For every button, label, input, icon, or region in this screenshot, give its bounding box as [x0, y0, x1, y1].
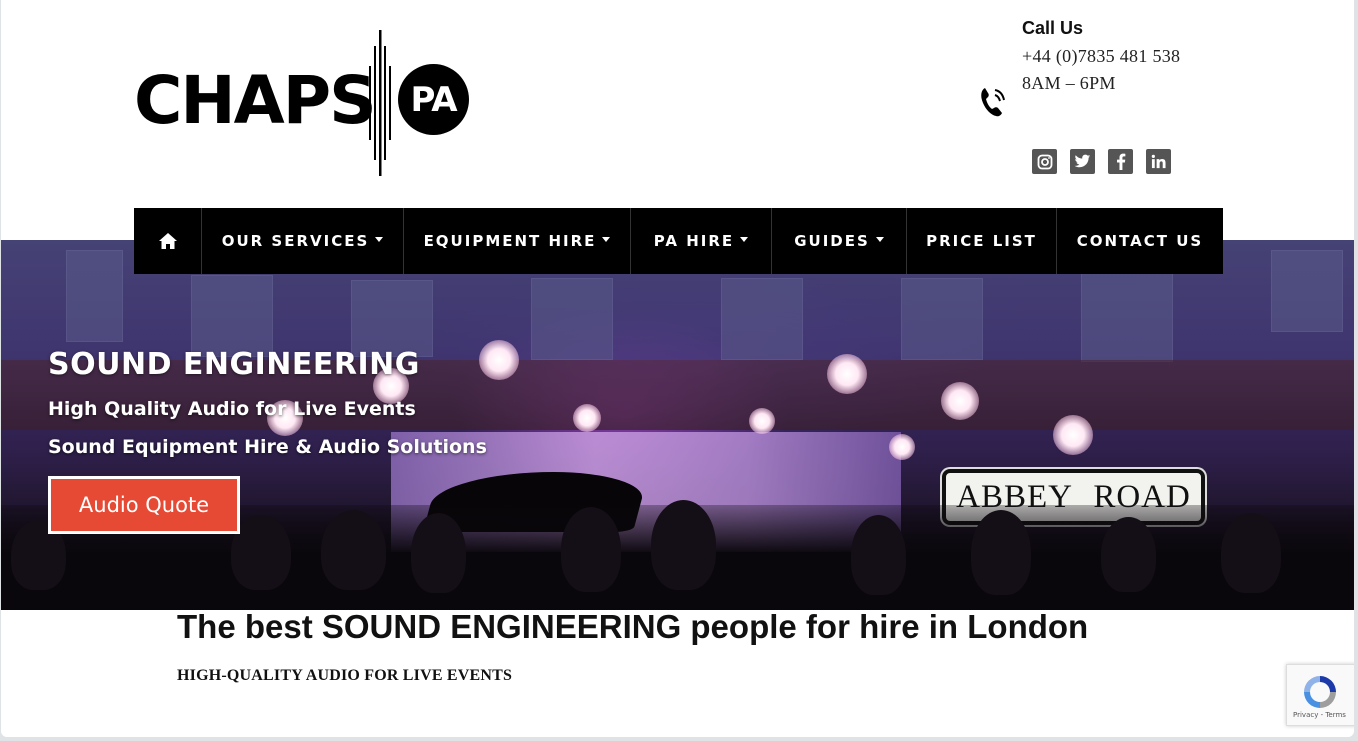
- page-subheading: HIGH-QUALITY AUDIO FOR LIVE EVENTS: [177, 667, 513, 684]
- stage-lamp: [889, 434, 915, 460]
- nav-guides[interactable]: GUIDES: [772, 208, 907, 274]
- wall-panel: [351, 280, 433, 357]
- page: CHAPS PA Call Us +44 (0)7835 481 538 8AM…: [1, 0, 1354, 737]
- main-navigation: OUR SERVICES EQUIPMENT HIRE PA HIRE GUID…: [134, 208, 1223, 274]
- social-links: [1032, 149, 1171, 174]
- caret-down-icon: [375, 236, 384, 242]
- chaps-pa-logo[interactable]: CHAPS PA: [134, 28, 474, 178]
- business-hours: 8AM – 6PM: [1022, 73, 1116, 93]
- page-headline: The best SOUND ENGINEERING people for hi…: [177, 608, 1089, 645]
- audience-member: [1221, 513, 1281, 593]
- nav-pa-hire[interactable]: PA HIRE: [631, 208, 772, 274]
- recaptcha-badge[interactable]: Privacy - Terms: [1286, 664, 1354, 726]
- contact-block: Call Us +44 (0)7835 481 538 8AM – 6PM: [1022, 18, 1180, 97]
- nav-label: PRICE LIST: [926, 232, 1037, 250]
- nav-label: EQUIPMENT HIRE: [423, 232, 597, 250]
- wall-panel: [721, 278, 803, 360]
- logo-badge: PA: [398, 64, 469, 135]
- wall-panel: [1271, 250, 1343, 332]
- home-icon[interactable]: [134, 208, 202, 274]
- caret-down-icon: [875, 236, 884, 242]
- nav-label: GUIDES: [794, 232, 870, 250]
- audience-member: [851, 515, 906, 595]
- stage-lamp: [1053, 415, 1093, 455]
- audience-member: [411, 513, 466, 593]
- facebook-icon[interactable]: [1108, 149, 1133, 174]
- instagram-icon[interactable]: [1032, 149, 1057, 174]
- hero-subtitle: High Quality Audio for Live Events: [48, 398, 416, 420]
- stage-lamp: [941, 382, 979, 420]
- twitter-icon[interactable]: [1070, 149, 1095, 174]
- nav-label: PA HIRE: [653, 232, 735, 250]
- stage-lamp: [827, 354, 867, 394]
- recaptcha-links[interactable]: Privacy - Terms: [1293, 711, 1346, 719]
- phone-icon: [981, 88, 1005, 117]
- wall-panel: [1081, 270, 1173, 362]
- nav-price-list[interactable]: PRICE LIST: [907, 208, 1057, 274]
- nav-contact-us[interactable]: CONTACT US: [1057, 208, 1223, 274]
- contact-title: Call Us: [1022, 18, 1084, 38]
- audience-member: [561, 507, 621, 592]
- nav-our-services[interactable]: OUR SERVICES: [202, 208, 404, 274]
- wall-panel: [901, 278, 983, 360]
- logo-wordmark: CHAPS: [134, 62, 377, 139]
- wall-panel: [191, 275, 273, 357]
- audio-quote-button[interactable]: Audio Quote: [48, 476, 240, 534]
- caret-down-icon: [602, 236, 611, 242]
- nav-label: OUR SERVICES: [221, 232, 370, 250]
- phone-number[interactable]: +44 (0)7835 481 538: [1022, 43, 1180, 70]
- caret-down-icon: [740, 236, 749, 242]
- hero-subtitle: Sound Equipment Hire & Audio Solutions: [48, 436, 487, 458]
- wall-panel: [531, 278, 613, 360]
- hero-banner: ABBEY ROAD SOUND ENGINEERING High Qualit…: [1, 240, 1354, 610]
- hero-title: SOUND ENGINEERING: [48, 347, 420, 382]
- stage-lamp: [479, 340, 519, 380]
- audience-member: [1101, 517, 1156, 592]
- nav-label: CONTACT US: [1076, 232, 1204, 250]
- audience-member: [971, 510, 1031, 595]
- audience-member: [231, 515, 291, 590]
- sound-wave-icon: [369, 30, 391, 176]
- audience-member: [651, 500, 716, 590]
- wall-panel: [66, 250, 123, 342]
- audience-member: [321, 510, 386, 590]
- stage-lamp: [573, 404, 601, 432]
- stage-lamp: [749, 408, 775, 434]
- linkedin-icon[interactable]: [1146, 149, 1171, 174]
- nav-equipment-hire[interactable]: EQUIPMENT HIRE: [404, 208, 631, 274]
- recaptcha-icon: [1304, 676, 1336, 708]
